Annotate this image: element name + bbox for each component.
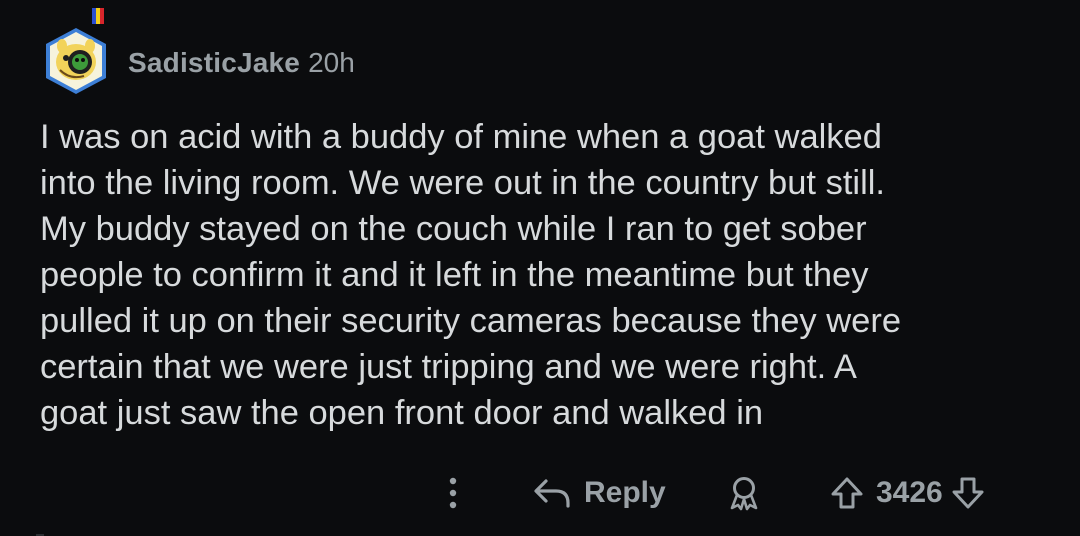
avatar-icon (46, 8, 106, 94)
award-icon (730, 477, 758, 511)
upvote-arrow-icon[interactable] (830, 476, 864, 510)
vote-score: 3426 (876, 476, 943, 509)
comment-actions: Reply 3426 (0, 468, 1080, 518)
more-options-button[interactable] (436, 468, 470, 518)
vote-controls: 3426 (830, 468, 985, 518)
author-meta: SadisticJake 20h (128, 47, 355, 79)
award-button[interactable] (728, 468, 760, 518)
timestamp: 20h (308, 47, 355, 78)
downvote-arrow-icon[interactable] (951, 476, 985, 510)
comment-header: SadisticJake 20h (40, 4, 355, 104)
username[interactable]: SadisticJake (128, 47, 300, 79)
flag-icon (92, 8, 104, 24)
comment-body: I was on acid with a buddy of mine when … (40, 118, 902, 432)
reply-label: Reply (584, 476, 666, 509)
comment-card: SadisticJake 20h I was on acid with a bu… (0, 0, 1080, 536)
reply-arrow-icon (534, 479, 570, 508)
avatar[interactable] (40, 6, 112, 102)
reply-button[interactable]: Reply (532, 468, 666, 518)
more-vertical-icon (449, 477, 457, 509)
